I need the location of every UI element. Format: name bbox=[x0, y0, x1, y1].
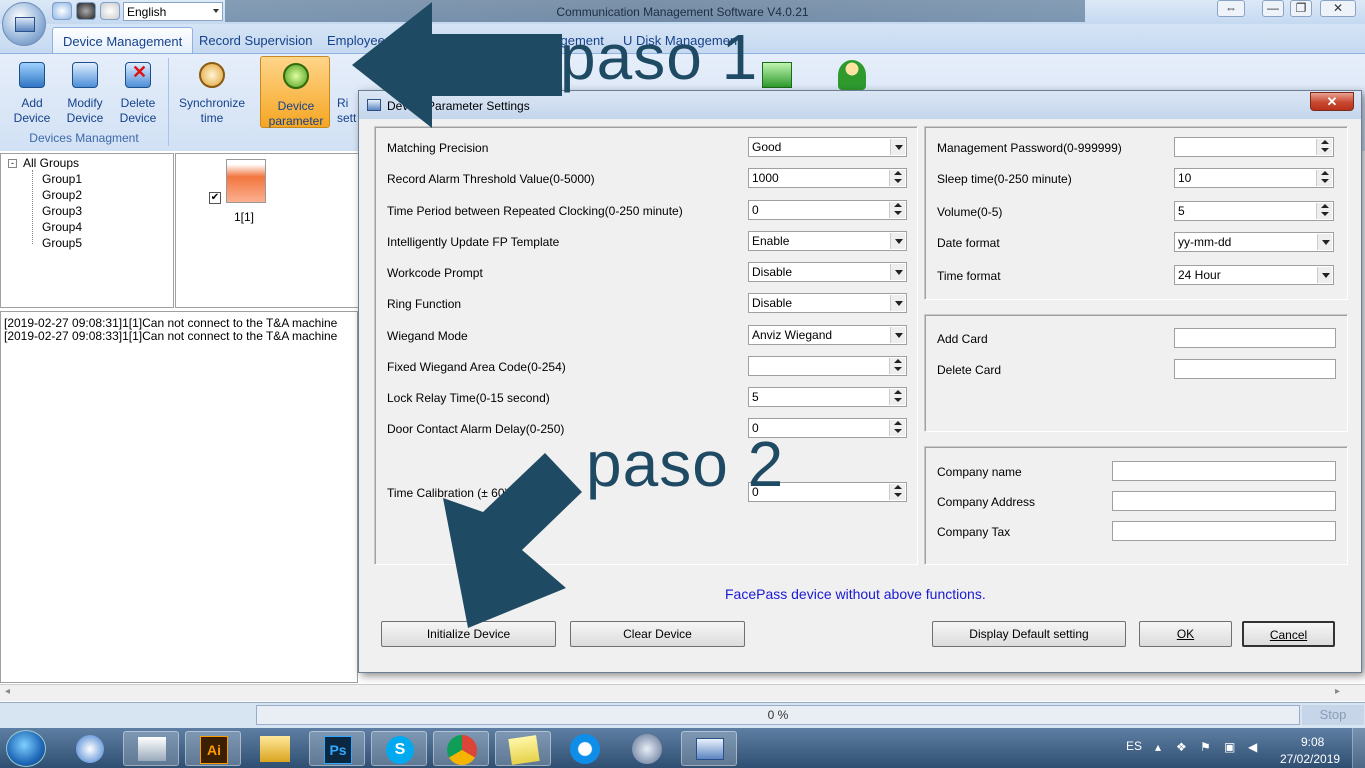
clock-date[interactable]: 27/02/2019 bbox=[1280, 752, 1340, 766]
taskbar-app[interactable] bbox=[62, 731, 118, 766]
arrow-step2-icon bbox=[443, 453, 582, 628]
photoshop-icon: Ps bbox=[324, 736, 352, 764]
comm-software-icon bbox=[696, 738, 724, 760]
taskbar-app[interactable] bbox=[681, 731, 737, 766]
taskbar-app[interactable] bbox=[619, 731, 675, 766]
clock-app-icon bbox=[632, 734, 662, 764]
arrow-step1-icon bbox=[352, 2, 562, 128]
sticky-notes-icon bbox=[508, 735, 540, 765]
outlook-icon bbox=[76, 735, 104, 763]
flag-icon[interactable]: ⚑ bbox=[1200, 740, 1211, 754]
chrome-icon bbox=[447, 735, 477, 765]
network-icon[interactable]: ▣ bbox=[1224, 740, 1235, 754]
step2-annotation: paso 2 bbox=[586, 428, 785, 500]
taskbar-app[interactable] bbox=[433, 731, 489, 766]
illustrator-icon: Ai bbox=[200, 736, 228, 764]
taskbar-app[interactable] bbox=[123, 731, 179, 766]
taskbar-app[interactable] bbox=[557, 731, 613, 766]
taskbar-app[interactable] bbox=[247, 731, 303, 766]
start-button[interactable] bbox=[6, 730, 46, 767]
teamviewer-icon bbox=[570, 734, 600, 764]
annotation-arrows bbox=[352, 2, 582, 628]
explorer-icon bbox=[260, 736, 290, 762]
taskbar-app[interactable]: S bbox=[371, 731, 427, 766]
app-logo-icon bbox=[15, 17, 35, 32]
skype-icon: S bbox=[386, 736, 414, 764]
tray-expand-icon[interactable]: ▴ bbox=[1155, 740, 1161, 754]
app-menu-button[interactable] bbox=[2, 2, 46, 46]
volume-icon[interactable]: ◀ bbox=[1248, 740, 1257, 754]
clock-time[interactable]: 9:08 bbox=[1301, 735, 1324, 749]
keyboard-language[interactable]: ES bbox=[1126, 739, 1142, 753]
show-desktop-button[interactable] bbox=[1352, 728, 1365, 768]
taskbar-app[interactable] bbox=[495, 731, 551, 766]
taskbar-app[interactable]: Ai bbox=[185, 731, 241, 766]
step1-annotation: paso 1 bbox=[560, 21, 759, 93]
taskbar-app[interactable]: Ps bbox=[309, 731, 365, 766]
mail-icon bbox=[138, 737, 166, 761]
dropbox-icon[interactable]: ❖ bbox=[1176, 740, 1187, 754]
